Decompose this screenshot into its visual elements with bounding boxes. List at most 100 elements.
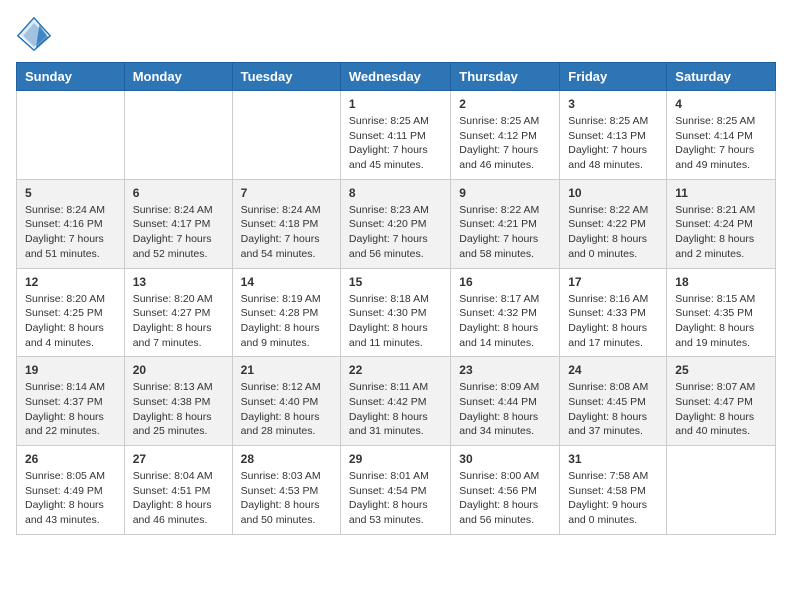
day-info: Sunrise: 8:25 AM Sunset: 4:12 PM Dayligh… [459, 114, 551, 173]
calendar-cell: 10 Sunrise: 8:22 AM Sunset: 4:22 PM Dayli… [560, 179, 667, 268]
day-info: Sunrise: 8:13 AM Sunset: 4:38 PM Dayligh… [133, 380, 224, 439]
day-info: Sunrise: 8:07 AM Sunset: 4:47 PM Dayligh… [675, 380, 767, 439]
day-number: 5 [25, 186, 116, 200]
weekday-header-saturday: Saturday [667, 63, 776, 91]
day-number: 8 [349, 186, 442, 200]
calendar-week-row: 19 Sunrise: 8:14 AM Sunset: 4:37 PM Dayli… [17, 357, 776, 446]
day-number: 2 [459, 97, 551, 111]
calendar-week-row: 5 Sunrise: 8:24 AM Sunset: 4:16 PM Daylig… [17, 179, 776, 268]
day-info: Sunrise: 8:19 AM Sunset: 4:28 PM Dayligh… [241, 292, 332, 351]
day-number: 4 [675, 97, 767, 111]
day-number: 6 [133, 186, 224, 200]
day-number: 7 [241, 186, 332, 200]
day-info: Sunrise: 8:24 AM Sunset: 4:17 PM Dayligh… [133, 203, 224, 262]
calendar-week-row: 1 Sunrise: 8:25 AM Sunset: 4:11 PM Daylig… [17, 91, 776, 180]
day-number: 20 [133, 363, 224, 377]
calendar-cell: 29Sunrise: 8:01 AM Sunset: 4:54 PM Dayli… [340, 446, 450, 535]
day-number: 23 [459, 363, 551, 377]
day-info: Sunrise: 8:21 AM Sunset: 4:24 PM Dayligh… [675, 203, 767, 262]
day-info: Sunrise: 8:24 AM Sunset: 4:18 PM Dayligh… [241, 203, 332, 262]
calendar-cell: 2 Sunrise: 8:25 AM Sunset: 4:12 PM Daylig… [451, 91, 560, 180]
calendar-cell: 3Sunrise: 8:25 AM Sunset: 4:13 PM Daylig… [560, 91, 667, 180]
day-info: Sunrise: 8:16 AM Sunset: 4:33 PM Dayligh… [568, 292, 658, 351]
weekday-header-wednesday: Wednesday [340, 63, 450, 91]
calendar-cell: 24 Sunrise: 8:08 AM Sunset: 4:45 PM Dayli… [560, 357, 667, 446]
calendar-cell: 14 Sunrise: 8:19 AM Sunset: 4:28 PM Dayli… [232, 268, 340, 357]
calendar-cell: 20 Sunrise: 8:13 AM Sunset: 4:38 PM Dayli… [124, 357, 232, 446]
day-number: 19 [25, 363, 116, 377]
day-number: 3 [568, 97, 658, 111]
day-number: 9 [459, 186, 551, 200]
day-info: Sunrise: 8:12 AM Sunset: 4:40 PM Dayligh… [241, 380, 332, 439]
day-number: 14 [241, 275, 332, 289]
day-number: 17 [568, 275, 658, 289]
calendar-cell [17, 91, 125, 180]
calendar-cell: 18Sunrise: 8:15 AM Sunset: 4:35 PM Dayli… [667, 268, 776, 357]
day-info: Sunrise: 8:23 AM Sunset: 4:20 PM Dayligh… [349, 203, 442, 262]
day-info: Sunrise: 8:17 AM Sunset: 4:32 PM Dayligh… [459, 292, 551, 351]
day-number: 21 [241, 363, 332, 377]
calendar-cell: 31Sunrise: 7:58 AM Sunset: 4:58 PM Dayli… [560, 446, 667, 535]
day-info: Sunrise: 8:15 AM Sunset: 4:35 PM Dayligh… [675, 292, 767, 351]
day-number: 22 [349, 363, 442, 377]
day-info: Sunrise: 8:24 AM Sunset: 4:16 PM Dayligh… [25, 203, 116, 262]
calendar-cell: 23 Sunrise: 8:09 AM Sunset: 4:44 PM Dayli… [451, 357, 560, 446]
calendar-cell: 5 Sunrise: 8:24 AM Sunset: 4:16 PM Daylig… [17, 179, 125, 268]
calendar-cell [667, 446, 776, 535]
weekday-header-monday: Monday [124, 63, 232, 91]
day-number: 12 [25, 275, 116, 289]
calendar-cell: 15 Sunrise: 8:18 AM Sunset: 4:30 PM Dayli… [340, 268, 450, 357]
day-info: Sunrise: 8:09 AM Sunset: 4:44 PM Dayligh… [459, 380, 551, 439]
calendar-cell: 6 Sunrise: 8:24 AM Sunset: 4:17 PM Daylig… [124, 179, 232, 268]
day-info: Sunrise: 8:22 AM Sunset: 4:21 PM Dayligh… [459, 203, 551, 262]
calendar-cell: 8 Sunrise: 8:23 AM Sunset: 4:20 PM Daylig… [340, 179, 450, 268]
weekday-header-row: SundayMondayTuesdayWednesdayThursdayFrid… [17, 63, 776, 91]
day-number: 10 [568, 186, 658, 200]
day-number: 1 [349, 97, 442, 111]
day-info: Sunrise: 8:11 AM Sunset: 4:42 PM Dayligh… [349, 380, 442, 439]
day-info: Sunrise: 8:01 AM Sunset: 4:54 PM Dayligh… [349, 469, 442, 528]
calendar-cell: 22 Sunrise: 8:11 AM Sunset: 4:42 PM Dayli… [340, 357, 450, 446]
calendar-cell: 13Sunrise: 8:20 AM Sunset: 4:27 PM Dayli… [124, 268, 232, 357]
day-info: Sunrise: 8:14 AM Sunset: 4:37 PM Dayligh… [25, 380, 116, 439]
day-number: 27 [133, 452, 224, 466]
weekday-header-sunday: Sunday [17, 63, 125, 91]
day-info: Sunrise: 8:08 AM Sunset: 4:45 PM Dayligh… [568, 380, 658, 439]
day-number: 25 [675, 363, 767, 377]
calendar-cell: 4 Sunrise: 8:25 AM Sunset: 4:14 PM Daylig… [667, 91, 776, 180]
day-number: 30 [459, 452, 551, 466]
day-info: Sunrise: 8:05 AM Sunset: 4:49 PM Dayligh… [25, 469, 116, 528]
calendar-cell: 1 Sunrise: 8:25 AM Sunset: 4:11 PM Daylig… [340, 91, 450, 180]
day-info: Sunrise: 8:18 AM Sunset: 4:30 PM Dayligh… [349, 292, 442, 351]
day-info: Sunrise: 8:25 AM Sunset: 4:11 PM Dayligh… [349, 114, 442, 173]
calendar-cell: 17 Sunrise: 8:16 AM Sunset: 4:33 PM Dayli… [560, 268, 667, 357]
day-info: Sunrise: 7:58 AM Sunset: 4:58 PM Dayligh… [568, 469, 658, 528]
day-info: Sunrise: 8:03 AM Sunset: 4:53 PM Dayligh… [241, 469, 332, 528]
calendar-cell: 27 Sunrise: 8:04 AM Sunset: 4:51 PM Dayli… [124, 446, 232, 535]
day-number: 24 [568, 363, 658, 377]
day-info: Sunrise: 8:00 AM Sunset: 4:56 PM Dayligh… [459, 469, 551, 528]
weekday-header-tuesday: Tuesday [232, 63, 340, 91]
day-number: 16 [459, 275, 551, 289]
day-number: 26 [25, 452, 116, 466]
day-number: 15 [349, 275, 442, 289]
day-info: Sunrise: 8:22 AM Sunset: 4:22 PM Dayligh… [568, 203, 658, 262]
page-header [16, 16, 776, 52]
logo-icon [16, 16, 52, 52]
weekday-header-thursday: Thursday [451, 63, 560, 91]
calendar-cell: 30 Sunrise: 8:00 AM Sunset: 4:56 PM Dayli… [451, 446, 560, 535]
day-info: Sunrise: 8:04 AM Sunset: 4:51 PM Dayligh… [133, 469, 224, 528]
calendar-cell: 28Sunrise: 8:03 AM Sunset: 4:53 PM Dayli… [232, 446, 340, 535]
day-info: Sunrise: 8:20 AM Sunset: 4:25 PM Dayligh… [25, 292, 116, 351]
calendar-week-row: 26 Sunrise: 8:05 AM Sunset: 4:49 PM Dayli… [17, 446, 776, 535]
calendar-cell [124, 91, 232, 180]
day-info: Sunrise: 8:20 AM Sunset: 4:27 PM Dayligh… [133, 292, 224, 351]
calendar-cell: 16 Sunrise: 8:17 AM Sunset: 4:32 PM Dayli… [451, 268, 560, 357]
calendar-week-row: 12 Sunrise: 8:20 AM Sunset: 4:25 PM Dayli… [17, 268, 776, 357]
calendar-cell: 26 Sunrise: 8:05 AM Sunset: 4:49 PM Dayli… [17, 446, 125, 535]
calendar-cell: 21 Sunrise: 8:12 AM Sunset: 4:40 PM Dayli… [232, 357, 340, 446]
calendar-cell: 12 Sunrise: 8:20 AM Sunset: 4:25 PM Dayli… [17, 268, 125, 357]
logo [16, 16, 56, 52]
calendar-cell: 7 Sunrise: 8:24 AM Sunset: 4:18 PM Daylig… [232, 179, 340, 268]
day-info: Sunrise: 8:25 AM Sunset: 4:14 PM Dayligh… [675, 114, 767, 173]
